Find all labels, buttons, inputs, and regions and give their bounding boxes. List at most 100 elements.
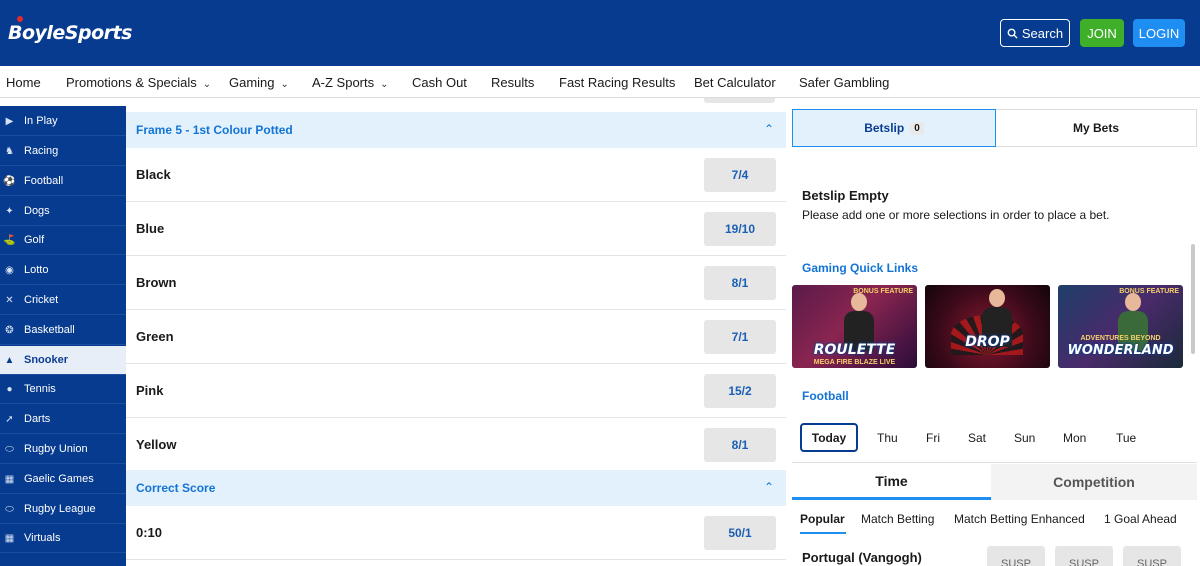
- game-tile-drop[interactable]: DROP: [925, 285, 1050, 368]
- top-header: BoyleSports Search JOIN LOGIN: [0, 0, 1200, 66]
- market-title: Correct Score: [136, 481, 216, 495]
- sidebar-item-gaelic-games[interactable]: ▦ Gaelic Games: [0, 465, 126, 494]
- day-tab-fri[interactable]: Fri: [926, 431, 940, 445]
- football-icon: ⚽: [3, 175, 16, 187]
- day-tab-thu[interactable]: Thu: [877, 431, 898, 445]
- sidebar-item-rugby-union[interactable]: ⬭ Rugby Union: [0, 435, 126, 464]
- virtuals-icon: ▦: [4, 532, 15, 544]
- bonus-feature-badge: BONUS FEATURE: [1119, 288, 1179, 295]
- selection-name: Blue: [136, 221, 165, 236]
- game-title: DROP: [965, 334, 1010, 350]
- price-button[interactable]: 7/1: [704, 320, 776, 354]
- chevron-up-icon[interactable]: ⌃: [764, 122, 774, 136]
- day-tab-sun[interactable]: Sun: [1014, 431, 1035, 445]
- nav-bet-calculator-label: Bet Calculator: [694, 75, 776, 90]
- sidebar-item-in-play[interactable]: ▶ In Play: [0, 107, 126, 136]
- day-tab-tue[interactable]: Tue: [1116, 431, 1136, 445]
- nav-safer-gambling[interactable]: Safer Gambling: [799, 75, 889, 90]
- nav-az-sports[interactable]: A-Z Sports ⌄: [312, 75, 389, 90]
- betslip-empty-title: Betslip Empty: [802, 188, 889, 203]
- nav-promotions[interactable]: Promotions & Specials ⌄: [66, 75, 211, 90]
- sidebar-item-snooker[interactable]: ▲ Snooker: [0, 346, 126, 375]
- suspended-price-button[interactable]: SUSP: [1123, 546, 1181, 566]
- sub-tab-match-betting[interactable]: Match Betting: [861, 512, 934, 526]
- sidebar-item-label: Rugby Union: [24, 443, 88, 455]
- day-tab-today[interactable]: Today: [800, 423, 858, 452]
- market-header-correct-score[interactable]: Correct Score ⌃: [126, 470, 786, 506]
- price-button[interactable]: 15/2: [704, 374, 776, 408]
- sidebar-item-rugby-league[interactable]: ⬭ Rugby League: [0, 495, 126, 524]
- sidebar-item-cricket[interactable]: ✕ Cricket: [0, 286, 126, 315]
- toggle-time[interactable]: Time: [792, 464, 991, 500]
- nav-home[interactable]: Home: [6, 75, 41, 90]
- nav-cash-out-label: Cash Out: [412, 75, 467, 90]
- nav-bet-calculator[interactable]: Bet Calculator: [694, 75, 776, 90]
- selection-row: Black 7/4: [126, 148, 786, 202]
- tab-my-bets[interactable]: My Bets: [996, 109, 1197, 147]
- golf-icon: ⛳: [3, 234, 16, 246]
- price-button[interactable]: 50/1: [704, 516, 776, 550]
- login-button[interactable]: LOGIN: [1133, 19, 1185, 47]
- basketball-icon: ❂: [5, 324, 14, 336]
- betslip-tab-label: Betslip: [864, 121, 905, 135]
- game-tile-wonderland[interactable]: BONUS FEATURE ADVENTURES BEYOND WONDERLA…: [1058, 285, 1183, 368]
- sidebar-item-lotto[interactable]: ◉ Lotto: [0, 256, 126, 285]
- sidebar-item-label: Rugby League: [24, 503, 96, 515]
- sub-tab-match-betting-enhanced[interactable]: Match Betting Enhanced: [954, 512, 1085, 526]
- nav-gaming-label: Gaming: [229, 75, 275, 90]
- sidebar-item-football[interactable]: ⚽ Football: [0, 167, 126, 196]
- match-name[interactable]: Portugal (Vangogh): [802, 550, 922, 565]
- gaming-quick-links-title[interactable]: Gaming Quick Links: [802, 261, 918, 275]
- sidebar-item-label: Basketball: [24, 324, 75, 336]
- gaelic-icon: ▦: [4, 473, 15, 485]
- boylesports-logo[interactable]: BoyleSports: [8, 16, 132, 44]
- sub-tab-1-goal-ahead[interactable]: 1 Goal Ahead: [1104, 512, 1177, 526]
- nav-gaming[interactable]: Gaming ⌄: [229, 75, 289, 90]
- football-section-title[interactable]: Football: [802, 389, 849, 403]
- toggle-competition[interactable]: Competition: [991, 464, 1197, 500]
- game-subtitle: ADVENTURES BEYOND: [1080, 335, 1161, 342]
- search-button[interactable]: Search: [1000, 19, 1070, 47]
- selection-row: Pink 15/2: [126, 364, 786, 418]
- game-tile-mega-roulette[interactable]: BONUS FEATURE ROULETTE MEGA FIRE BLAZE L…: [792, 285, 917, 368]
- day-tab-mon[interactable]: Mon: [1063, 431, 1086, 445]
- sidebar-item-tennis[interactable]: ● Tennis: [0, 375, 126, 404]
- suspended-price-button[interactable]: SUSP: [1055, 546, 1113, 566]
- sidebar-item-label: Racing: [24, 145, 59, 157]
- price-button[interactable]: 8/1: [704, 428, 776, 462]
- nav-results[interactable]: Results: [491, 75, 534, 90]
- price-button[interactable]: 19/10: [704, 212, 776, 246]
- betslip-panel: Betslip 0 My Bets Betslip Empty Please a…: [786, 98, 1200, 566]
- sidebar-item-golf[interactable]: ⛳ Golf: [0, 226, 126, 255]
- selection-name: 0:10: [136, 525, 163, 540]
- suspended-price-button[interactable]: SUSP: [987, 546, 1045, 566]
- search-label: Search: [1021, 25, 1064, 41]
- selection-row: Yellow 8/1: [126, 418, 786, 472]
- sidebar-item-dogs[interactable]: ✦ Dogs: [0, 197, 126, 226]
- selection-row: Brown 8/1: [126, 256, 786, 310]
- market-header-frame5[interactable]: Frame 5 - 1st Colour Potted ⌃: [126, 112, 786, 148]
- sidebar-item-racing[interactable]: ♞ Racing: [0, 137, 126, 166]
- price-button-partial[interactable]: [704, 98, 775, 103]
- sub-tab-popular[interactable]: Popular: [800, 512, 845, 526]
- betslip-empty-text: Please add one or more selections in ord…: [802, 208, 1110, 222]
- selection-name: Green: [136, 329, 174, 344]
- nav-cash-out[interactable]: Cash Out: [412, 75, 467, 90]
- nav-results-label: Results: [491, 75, 535, 90]
- price-button[interactable]: 7/4: [704, 158, 776, 192]
- price-button[interactable]: 8/1: [704, 266, 776, 300]
- day-tab-sat[interactable]: Sat: [968, 431, 986, 445]
- join-button[interactable]: JOIN: [1080, 19, 1124, 47]
- sidebar-item-virtuals[interactable]: ▦ Virtuals: [0, 524, 126, 553]
- chevron-up-icon[interactable]: ⌃: [764, 480, 774, 494]
- sidebar-item-darts[interactable]: ➚ Darts: [0, 405, 126, 434]
- tab-betslip[interactable]: Betslip 0: [792, 109, 996, 147]
- nav-home-label: Home: [6, 75, 41, 90]
- panel-scrollbar[interactable]: [1191, 244, 1195, 354]
- nav-fast-racing-results[interactable]: Fast Racing Results: [559, 75, 675, 90]
- sidebar-item-basketball[interactable]: ❂ Basketball: [0, 316, 126, 345]
- sports-sidebar: ▶ In Play ♞ Racing ⚽ Football ✦ Dogs ⛳ Golf ◉…: [0, 106, 126, 566]
- selection-name: Brown: [136, 275, 177, 290]
- sidebar-item-label: Lotto: [24, 264, 49, 276]
- dog-icon: ✦: [5, 205, 14, 217]
